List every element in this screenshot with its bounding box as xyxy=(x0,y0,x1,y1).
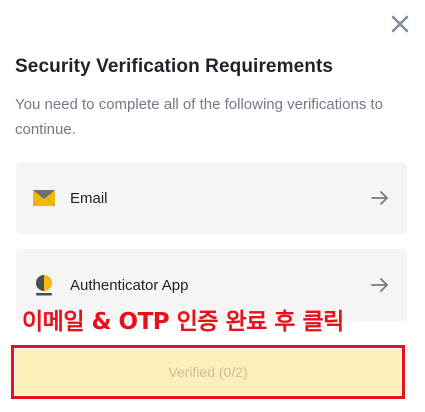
dialog-subtitle: You need to complete all of the followin… xyxy=(15,96,384,138)
email-icon xyxy=(32,186,56,210)
email-verification-item[interactable]: Email xyxy=(16,162,407,234)
close-button[interactable] xyxy=(386,10,414,38)
arrow-right-icon xyxy=(369,274,391,296)
dialog-title: Security Verification Requirements xyxy=(15,56,334,77)
email-label: Email xyxy=(70,189,108,207)
annotation-highlight-box xyxy=(11,345,405,399)
arrow-right-icon xyxy=(369,187,391,209)
close-icon xyxy=(391,15,409,33)
annotation-text: 이메일 & OTP 인증 완료 후 클릭 xyxy=(22,309,344,335)
authenticator-icon xyxy=(32,273,56,297)
authenticator-label: Authenticator App xyxy=(70,276,189,294)
